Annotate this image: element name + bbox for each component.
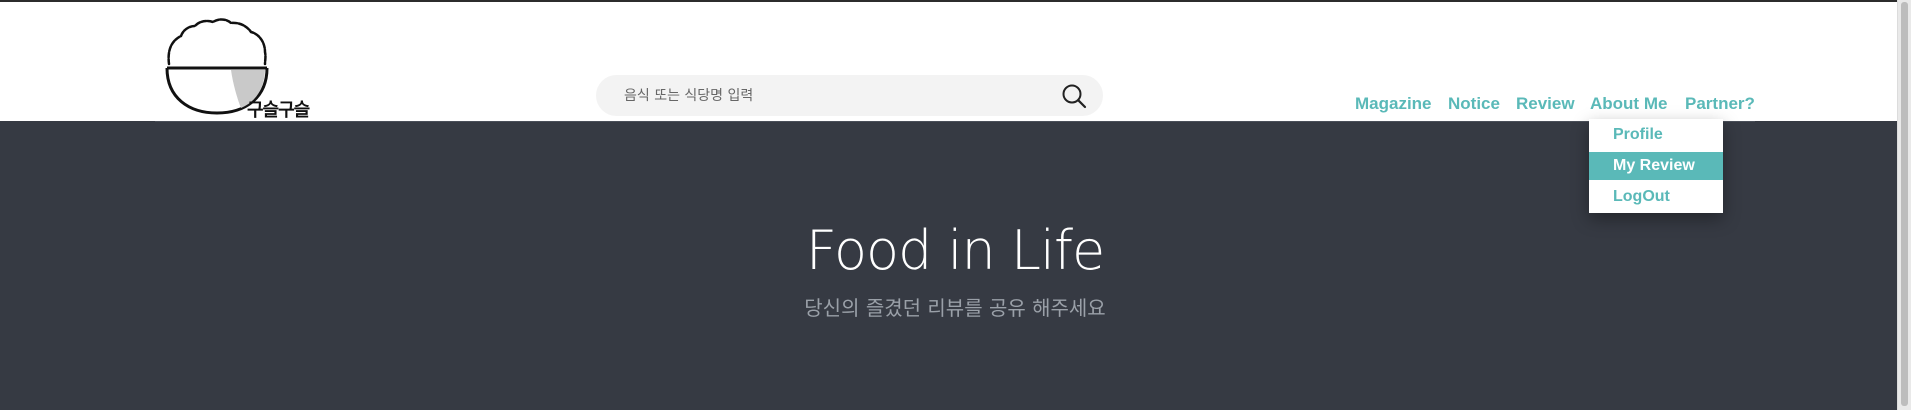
nav-magazine[interactable]: Magazine	[1355, 94, 1432, 114]
header-divider	[155, 121, 1755, 122]
about-me-dropdown-menu: Profile My Review LogOut	[1589, 119, 1723, 213]
site-header: 구슬구슬 Magazine Notice Review About Me Par…	[0, 2, 1898, 121]
scrollbar-thumb[interactable]	[1901, 2, 1908, 406]
nav-notice[interactable]: Notice	[1448, 94, 1500, 114]
hero-title: Food in Life	[805, 219, 1105, 282]
hero-subtitle: 당신의 즐겼던 리뷰를 공유 해주세요	[804, 296, 1106, 320]
nav-partner[interactable]: Partner?	[1685, 94, 1755, 114]
menu-item-my-review[interactable]: My Review	[1589, 152, 1723, 180]
search-bar	[596, 75, 1103, 116]
menu-item-logout[interactable]: LogOut	[1589, 183, 1723, 211]
nav-about-me[interactable]: About Me	[1590, 94, 1667, 114]
vertical-scrollbar[interactable]	[1897, 0, 1911, 410]
nav-review[interactable]: Review	[1516, 94, 1575, 114]
search-icon	[1062, 84, 1087, 109]
search-button[interactable]	[1061, 83, 1087, 109]
search-input[interactable]	[622, 84, 1026, 108]
logo[interactable]: 구슬구슬	[165, 18, 325, 122]
menu-item-profile[interactable]: Profile	[1589, 121, 1723, 149]
logo-text: 구슬구슬	[247, 100, 310, 121]
